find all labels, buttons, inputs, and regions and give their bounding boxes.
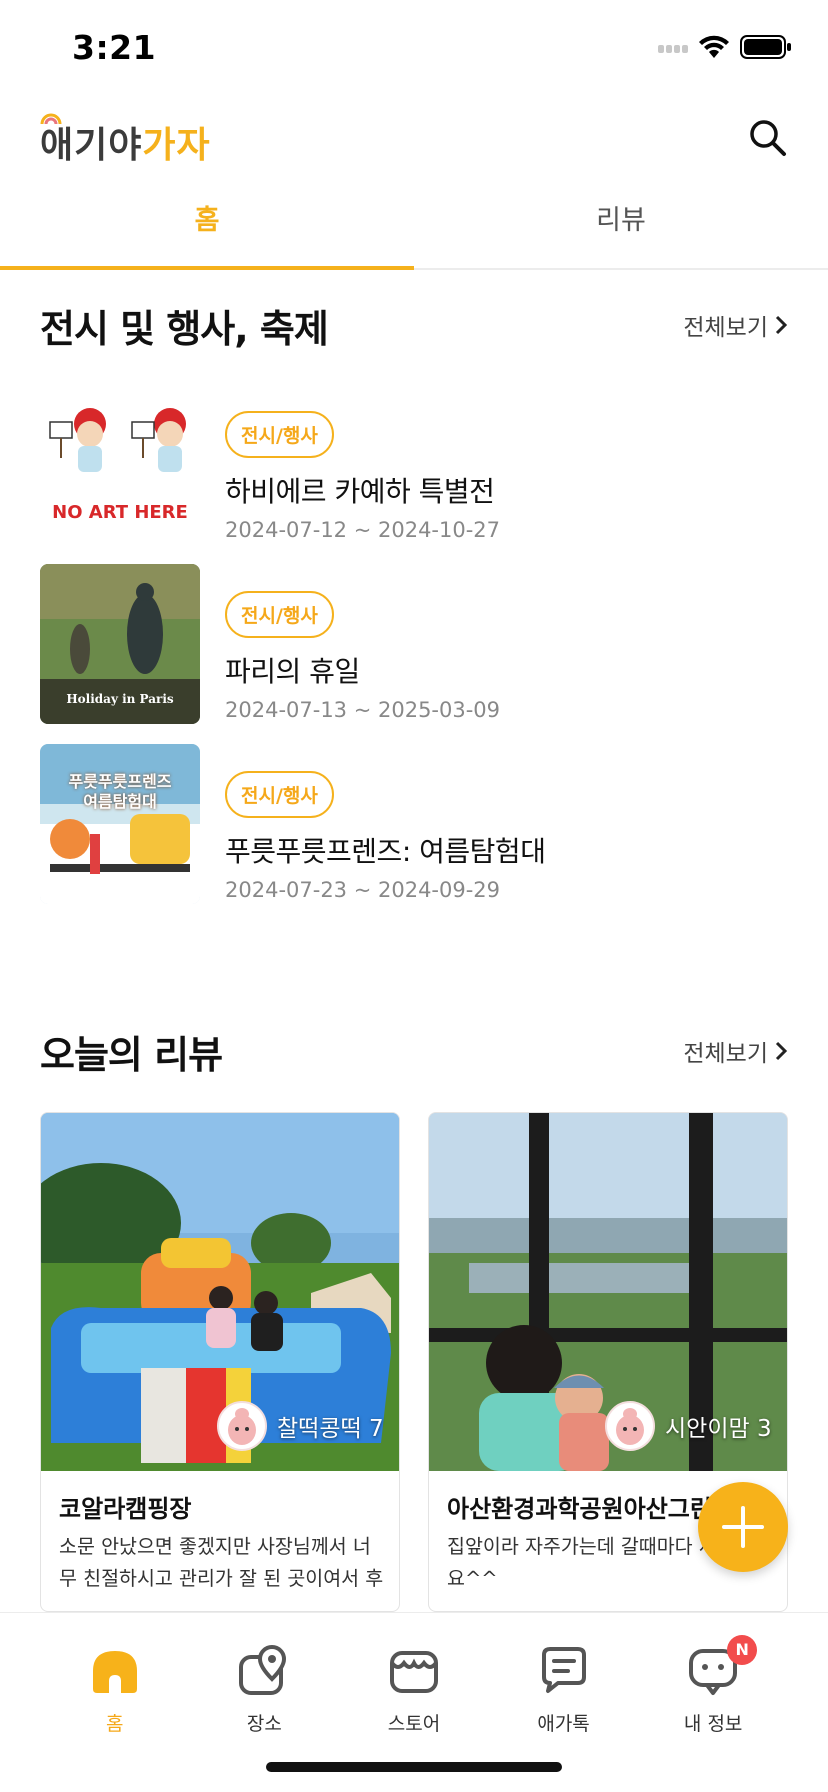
event-thumb-text: NO ART HERE <box>52 502 188 523</box>
event-category-badge: 전시/행사 <box>225 411 334 458</box>
home-icon <box>92 1651 137 1693</box>
nav-item-store[interactable]: 스토어 <box>354 1643 474 1736</box>
nav-label: 장소 <box>246 1713 282 1735</box>
events-section-header: 전시 및 행사, 축제 전체보기 <box>40 298 788 358</box>
event-category-badge: 전시/행사 <box>225 771 334 818</box>
status-bar: 3:21 <box>0 0 828 100</box>
top-tabs: 홈 리뷰 <box>0 190 828 270</box>
reviews-section-header: 오늘의 리뷰 전체보기 <box>40 1024 788 1084</box>
event-dates: 2024-07-12 ~ 2024-10-27 <box>225 518 501 542</box>
event-title: 푸릇푸릇프렌즈: 여름탐험대 <box>225 835 546 868</box>
review-username: 시안이맘 3 <box>665 1416 772 1442</box>
tab-review[interactable]: 리뷰 <box>414 190 828 268</box>
review-photo: 시안이맘 3 <box>429 1113 787 1471</box>
event-title: 파리의 휴일 <box>225 655 360 688</box>
plus-icon <box>722 1506 764 1548</box>
reviews-see-all-button[interactable]: 전체보기 <box>683 1034 788 1068</box>
event-item[interactable]: 푸릇푸릇프렌즈 여름탐험대 전시/행사 푸릇푸릇프렌즈: 여름탐험대 2024-… <box>40 744 788 924</box>
status-time: 3:21 <box>72 28 157 67</box>
notification-badge: N <box>727 1635 758 1665</box>
store-icon <box>389 1651 438 1693</box>
event-thumbnail: NO ART HERE <box>40 384 200 544</box>
nav-item-profile[interactable]: N 내 정보 <box>653 1635 773 1736</box>
home-indicator <box>266 1762 562 1772</box>
logo-text-dark: 애기야 <box>40 125 143 166</box>
event-category-badge: 전시/행사 <box>225 591 334 638</box>
review-user: 찰떡콩떡 7 <box>217 1401 384 1451</box>
logo-text-yellow: 가자 <box>142 125 211 166</box>
nav-item-home[interactable]: 홈 <box>55 1643 175 1736</box>
events-section-title: 전시 및 행사, 축제 <box>40 307 329 351</box>
signal-icon <box>658 45 688 53</box>
app-logo[interactable]: 애기야가자 <box>40 116 211 168</box>
chat-icon <box>541 1647 586 1693</box>
add-review-button[interactable] <box>698 1482 788 1572</box>
event-info: 전시/행사 하비에르 카예하 특별전 2024-07-12 ~ 2024-10-… <box>225 411 500 542</box>
wifi-icon <box>699 35 729 58</box>
review-photo: 찰떡콩떡 7 <box>41 1113 399 1471</box>
review-username: 찰떡콩떡 7 <box>277 1416 384 1442</box>
event-dates: 2024-07-23 ~ 2024-09-29 <box>225 878 501 902</box>
battery-icon <box>740 35 791 59</box>
review-text: 소문 안났으면 좋겠지만 사장님께서 너무 친절하시고 관리가 잘 된 곳이여서… <box>59 1535 384 1590</box>
user-avatar-icon <box>616 1408 644 1445</box>
reviews-section-title: 오늘의 리뷰 <box>40 1033 223 1077</box>
tab-home[interactable]: 홈 <box>0 190 414 268</box>
search-icon[interactable] <box>744 114 792 162</box>
user-avatar-icon <box>228 1408 256 1445</box>
review-carousel[interactable]: 찰떡콩떡 7 코알라캠핑장 소문 안났으면 좋겠지만 사장님께서 너무 친절하시… <box>40 1112 788 1612</box>
event-thumb-text: 푸릇푸릇프렌즈 여름탐험대 <box>68 772 172 811</box>
review-place-name: 코알라캠핑장 <box>59 1495 192 1523</box>
map-pin-icon <box>239 1645 287 1695</box>
review-place-name: 아산환경과학공원아산그린 <box>447 1495 712 1523</box>
event-thumb-text: Holiday in Paris <box>66 692 174 706</box>
chevron-right-icon <box>775 315 788 335</box>
chevron-right-icon <box>775 1041 788 1061</box>
status-icons <box>658 34 792 60</box>
event-info: 전시/행사 파리의 휴일 2024-07-13 ~ 2025-03-09 <box>225 591 500 722</box>
event-list: NO ART HERE 전시/행사 하비에르 카예하 특별전 2024-07-1… <box>40 384 788 924</box>
nav-label: 애가톡 <box>537 1713 590 1735</box>
nav-label: 내 정보 <box>683 1713 743 1735</box>
avatar <box>605 1401 655 1451</box>
avatar <box>217 1401 267 1451</box>
nav-item-places[interactable]: 장소 <box>204 1643 324 1736</box>
event-title: 하비에르 카예하 특별전 <box>225 475 495 508</box>
event-item[interactable]: NO ART HERE 전시/행사 하비에르 카예하 특별전 2024-07-1… <box>40 384 788 564</box>
nav-label: 홈 <box>106 1713 124 1735</box>
review-card[interactable]: 찰떡콩떡 7 코알라캠핑장 소문 안났으면 좋겠지만 사장님께서 너무 친절하시… <box>40 1112 400 1612</box>
nav-item-chat[interactable]: 애가톡 <box>504 1643 624 1736</box>
event-info: 전시/행사 푸릇푸릇프렌즈: 여름탐험대 2024-07-23 ~ 2024-0… <box>225 771 546 902</box>
events-see-all-button[interactable]: 전체보기 <box>683 308 788 342</box>
event-dates: 2024-07-13 ~ 2025-03-09 <box>225 698 501 722</box>
event-thumbnail: Holiday in Paris <box>40 564 200 724</box>
app-header: 애기야가자 <box>0 100 828 190</box>
see-all-label: 전체보기 <box>683 1041 768 1067</box>
event-thumbnail: 푸릇푸릇프렌즈 여름탐험대 <box>40 744 200 904</box>
tab-indicator <box>0 266 414 270</box>
nav-label: 스토어 <box>387 1713 441 1735</box>
review-user: 시안이맘 3 <box>605 1401 772 1451</box>
event-item[interactable]: Holiday in Paris 전시/행사 파리의 휴일 2024-07-13… <box>40 564 788 744</box>
see-all-label: 전체보기 <box>683 315 768 341</box>
